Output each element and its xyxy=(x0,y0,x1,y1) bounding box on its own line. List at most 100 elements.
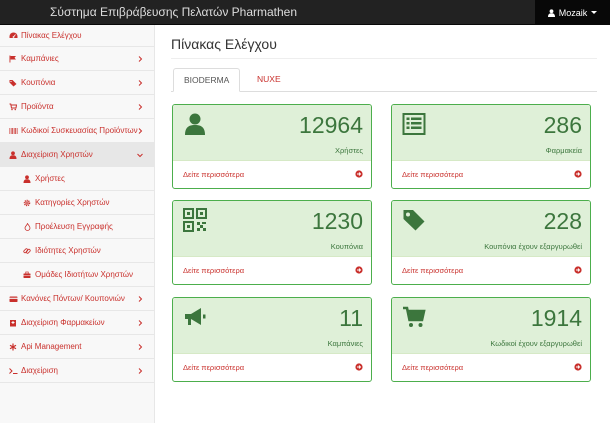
stat-panel-coupons: 1230 Κουπόνια Δείτε περισσότερα xyxy=(172,200,372,285)
sidebar-item-points-rules[interactable]: Κανόνες Πόντων/ Κουπονιών xyxy=(0,287,154,311)
sidebar-subitem-attribute-groups[interactable]: Ομάδες Ιδιοτήτων Χρηστών xyxy=(0,263,154,287)
view-more-link[interactable]: Δείτε περισσότερα xyxy=(402,266,463,275)
sidebar-item-label: Διαχείριση xyxy=(21,366,59,375)
sidebar-item-label: Προϊόντα xyxy=(21,102,54,111)
sidebar-item-product-codes[interactable]: Κωδικοί Συσκευασίας Προϊόντων xyxy=(0,119,154,143)
arrow-circle-right-icon xyxy=(574,266,582,274)
link-icon xyxy=(22,246,32,256)
sidebar-item-label: Κωδικοί Συσκευασίας Προϊόντων xyxy=(21,126,138,135)
brand-tabs: BIODERMA NUXE xyxy=(171,68,597,92)
list-icon xyxy=(402,112,426,136)
sidebar-item-coupons[interactable]: Κουπόνια xyxy=(0,71,154,95)
stat-value: 286 xyxy=(543,112,582,138)
panel-heading: 11 Καμπάνιες xyxy=(173,298,371,354)
stat-panel-redeemed-codes: 1914 Κωδικοί έχουν εξαργυρωθεί Δείτε περ… xyxy=(391,297,591,382)
stat-value: 228 xyxy=(543,208,582,234)
user-icon xyxy=(8,150,18,160)
view-more-link[interactable]: Δείτε περισσότερα xyxy=(183,170,244,179)
sidebar-item-label: Api Management xyxy=(21,342,82,351)
dashboard-icon xyxy=(8,31,18,41)
sidebar-item-label: Προέλευση Εγγραφής xyxy=(35,222,113,231)
sidebar-item-products[interactable]: Προϊόντα xyxy=(0,95,154,119)
panel-heading: 1914 Κωδικοί έχουν εξαργυρωθεί xyxy=(392,298,590,354)
arrow-circle-right-icon xyxy=(574,363,582,371)
page-title: Πίνακας Ελέγχου xyxy=(171,36,277,52)
sidebar-item-label: Διαχείριση Χρηστών xyxy=(21,150,93,159)
arrow-circle-right-icon xyxy=(355,170,363,178)
panel-footer-link[interactable]: Δείτε περισσότερα xyxy=(173,257,371,284)
panel-footer-link[interactable]: Δείτε περισσότερα xyxy=(173,161,371,188)
view-more-link[interactable]: Δείτε περισσότερα xyxy=(402,170,463,179)
chevron-right-icon xyxy=(136,343,144,351)
terminal-icon xyxy=(8,366,18,376)
stat-value: 1230 xyxy=(311,208,363,234)
panel-footer-link[interactable]: Δείτε περισσότερα xyxy=(173,354,371,381)
qrcode-icon xyxy=(183,208,207,232)
sidebar-item-user-management[interactable]: Διαχείριση Χρηστών xyxy=(0,143,154,167)
sidebar-item-label: Ομάδες Ιδιοτήτων Χρηστών xyxy=(35,270,134,279)
tab-nuxe[interactable]: NUXE xyxy=(247,68,291,92)
sidebar-item-label: Κατηγορίες Χρηστών xyxy=(35,198,110,207)
stat-panel-pharmacies: 286 Φαρμακεία Δείτε περισσότερα xyxy=(391,104,591,189)
stat-label: Χρήστες xyxy=(335,146,363,155)
sidebar-subitem-user-categories[interactable]: Κατηγορίες Χρηστών xyxy=(0,191,154,215)
stat-label: Φαρμακεία xyxy=(545,146,582,155)
chevron-right-icon xyxy=(136,367,144,375)
stat-label: Κουπόνια έχουν εξαργυρωθεί xyxy=(484,242,582,251)
tab-bioderma[interactable]: BIODERMA xyxy=(173,68,241,92)
chevron-right-icon xyxy=(136,127,144,135)
chevron-right-icon xyxy=(136,295,144,303)
tags-icon xyxy=(8,78,18,88)
app-brand[interactable]: Σύστημα Επιβράβευσης Πελατών Pharmathen xyxy=(50,0,297,25)
panel-footer-link[interactable]: Δείτε περισσότερα xyxy=(392,161,590,188)
arrow-circle-right-icon xyxy=(574,170,582,178)
top-navbar: Σύστημα Επιβράβευσης Πελατών Pharmathen … xyxy=(0,0,610,25)
sidebar-item-label: Διαχείριση Φαρμακείων xyxy=(21,318,105,327)
sidebar: Πίνακας Ελέγχου Καμπάνιες Κουπόνια Προϊό… xyxy=(0,25,155,423)
stat-panel-redeemed-coupons: 228 Κουπόνια έχουν εξαργυρωθεί Δείτε περ… xyxy=(391,200,591,285)
sidebar-item-label: Κουπόνια xyxy=(21,78,56,87)
view-more-link[interactable]: Δείτε περισσότερα xyxy=(183,266,244,275)
arrow-circle-right-icon xyxy=(355,363,363,371)
flag-icon xyxy=(8,54,18,64)
chevron-right-icon xyxy=(136,55,144,63)
sidebar-subitem-user-attributes[interactable]: Ιδιότητες Χρηστών xyxy=(0,239,154,263)
credit-card-icon xyxy=(8,294,18,304)
sidebar-subitem-registration-origin[interactable]: Προέλευση Εγγραφής xyxy=(0,215,154,239)
stat-label: Κουπόνια xyxy=(330,242,363,251)
sidebar-item-label: Κανόνες Πόντων/ Κουπονιών xyxy=(21,294,125,303)
view-more-link[interactable]: Δείτε περισσότερα xyxy=(402,363,463,372)
shopping-cart-icon xyxy=(8,102,18,112)
panel-heading: 1230 Κουπόνια xyxy=(173,201,371,257)
sidebar-item-api-management[interactable]: Api Management xyxy=(0,335,154,359)
sidebar-item-label: Χρήστες xyxy=(35,174,65,183)
user-menu-button[interactable]: Mozaik xyxy=(535,0,610,25)
user-icon xyxy=(183,112,207,136)
main-content: Πίνακας Ελέγχου BIODERMA NUXE 12964 Χρήσ… xyxy=(156,25,610,423)
user-name: Mozaik xyxy=(558,7,588,18)
user-icon xyxy=(22,174,32,184)
chevron-right-icon xyxy=(136,319,144,327)
sidebar-item-campaigns[interactable]: Καμπάνιες xyxy=(0,47,154,71)
chevron-right-icon xyxy=(136,103,144,111)
briefcase-icon xyxy=(22,270,32,280)
panel-footer-link[interactable]: Δείτε περισσότερα xyxy=(392,257,590,284)
stat-panel-users: 12964 Χρήστες Δείτε περισσότερα xyxy=(172,104,372,189)
stat-label: Κωδικοί έχουν εξαργυρωθεί xyxy=(490,339,582,348)
sidebar-subitem-users[interactable]: Χρήστες xyxy=(0,167,154,191)
arrow-circle-right-icon xyxy=(355,266,363,274)
bullhorn-icon xyxy=(183,305,207,329)
stat-label: Καμπάνιες xyxy=(327,339,363,348)
stat-panel-campaigns: 11 Καμπάνιες Δείτε περισσότερα xyxy=(172,297,372,382)
sidebar-item-pharmacies[interactable]: Διαχείριση Φαρμακείων xyxy=(0,311,154,335)
view-more-link[interactable]: Δείτε περισσότερα xyxy=(183,363,244,372)
caret-down-icon xyxy=(591,11,598,14)
tag-icon xyxy=(402,208,426,232)
asterisk-icon xyxy=(8,342,18,352)
hospital-icon xyxy=(8,318,18,328)
shopping-cart-icon xyxy=(402,305,426,329)
sidebar-item-dashboard[interactable]: Πίνακας Ελέγχου xyxy=(0,25,154,47)
sidebar-item-label: Ιδιότητες Χρηστών xyxy=(35,246,101,255)
panel-footer-link[interactable]: Δείτε περισσότερα xyxy=(392,354,590,381)
sidebar-item-administration[interactable]: Διαχείριση xyxy=(0,359,154,383)
